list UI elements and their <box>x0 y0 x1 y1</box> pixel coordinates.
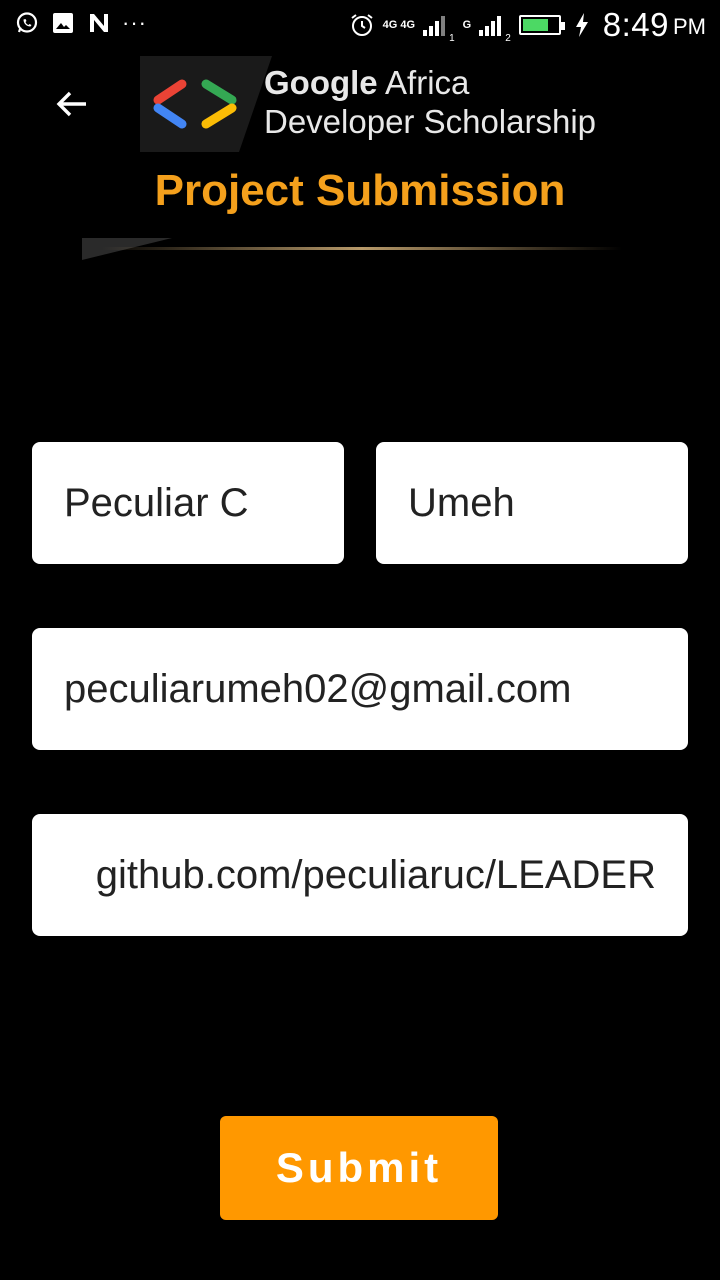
signal-bars-2-icon <box>479 14 502 36</box>
notification-icons: ··· <box>14 10 147 36</box>
network-type-1: 4G 4G <box>382 18 416 31</box>
sim-2-label: 2 <box>505 33 511 44</box>
alarm-icon <box>349 12 375 38</box>
last-name-field[interactable] <box>376 442 688 564</box>
logo-line-1: Google Africa <box>264 64 596 102</box>
clock-time: 8:49 <box>602 6 669 43</box>
gallery-icon <box>50 10 76 36</box>
divider-line <box>102 247 622 250</box>
project-link-input[interactable] <box>64 852 656 898</box>
last-name-input[interactable] <box>408 480 656 526</box>
email-input[interactable] <box>64 666 656 712</box>
page-title: Project Submission <box>154 166 566 215</box>
charging-icon <box>569 12 595 38</box>
arrow-left-icon <box>56 91 86 117</box>
battery-icon <box>518 15 565 35</box>
more-notifications-icon: ··· <box>122 10 147 35</box>
logo-africa: Africa <box>377 64 470 101</box>
logo-google: Google <box>264 64 378 101</box>
first-name-field[interactable] <box>32 442 344 564</box>
n-app-icon <box>86 10 112 36</box>
system-status: 4G 4G 1 G 2 8:49 PM <box>349 6 706 44</box>
logo-wordmark: Google Africa Developer Scholarship <box>264 64 596 142</box>
network-type-2: G <box>462 18 472 31</box>
gads-logo: Google Africa Developer Scholarship <box>140 56 630 152</box>
sim-1-label: 1 <box>449 33 455 44</box>
logo-line-2: Developer Scholarship <box>264 103 597 140</box>
signal-bars-1-icon <box>423 14 446 36</box>
status-bar: ··· 4G 4G 1 G 2 8:49 PM <box>0 0 720 50</box>
submit-button[interactable]: Submit <box>220 1116 498 1220</box>
first-name-input[interactable] <box>64 480 312 526</box>
clock-ampm: PM <box>673 14 706 39</box>
project-submission-screen: ··· 4G 4G 1 G 2 8:49 PM Google Africa De… <box>0 0 720 1280</box>
project-link-field[interactable] <box>32 814 688 936</box>
email-field[interactable] <box>32 628 688 750</box>
code-brackets-logo-icon <box>140 56 272 152</box>
whatsapp-icon <box>14 10 40 36</box>
back-button[interactable] <box>50 82 94 126</box>
battery-level <box>522 19 549 31</box>
header-divider <box>82 238 622 260</box>
